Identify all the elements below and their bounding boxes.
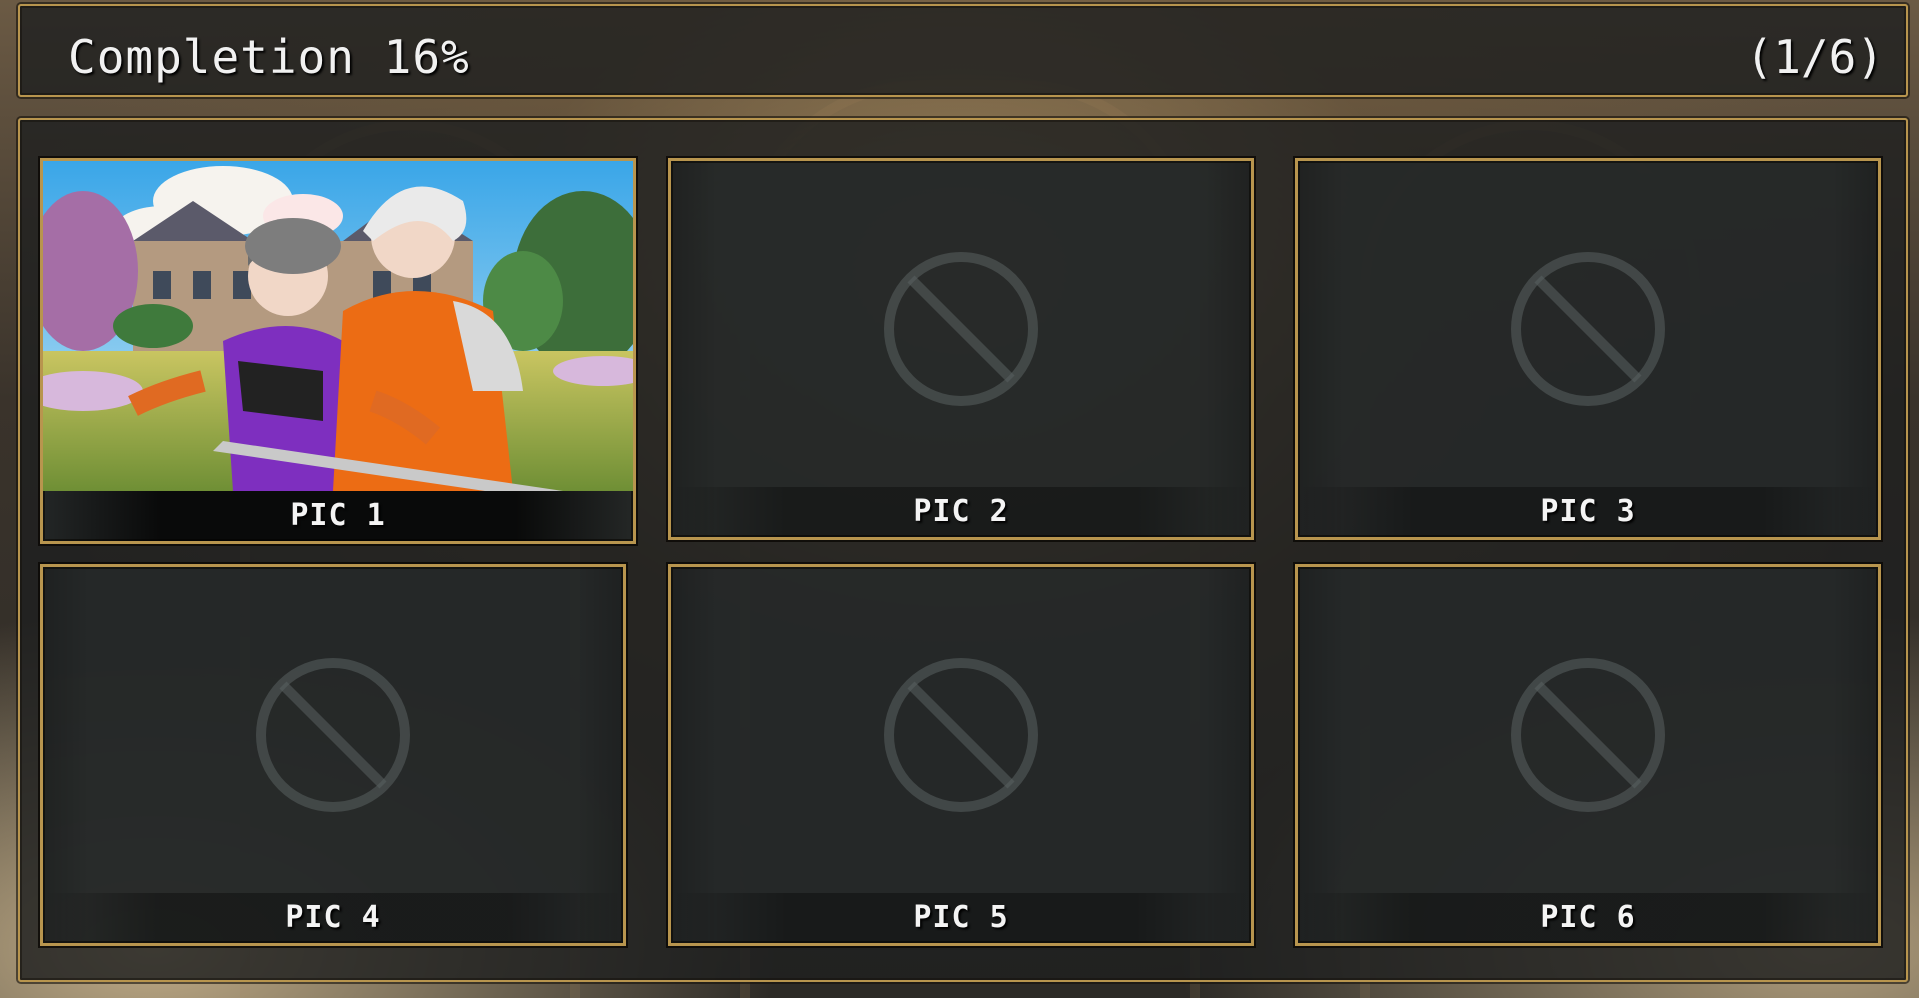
pic-1-thumbnail <box>43 161 633 491</box>
tile-label: PIC 2 <box>671 487 1251 537</box>
gallery-screen: Completion 16% (1/6) PIC 1 PIC 2 PIC 3 P… <box>0 0 1919 998</box>
completion-header: Completion 16% (1/6) <box>18 4 1908 97</box>
gallery-tile-pic-5[interactable]: PIC 5 <box>668 564 1254 946</box>
locked-prohibited-icon <box>884 658 1038 812</box>
unlock-count: (1/6) <box>1745 30 1884 84</box>
gallery-tile-pic-1[interactable]: PIC 1 <box>40 158 636 544</box>
tile-label: PIC 6 <box>1298 893 1878 943</box>
locked-prohibited-icon <box>884 252 1038 406</box>
locked-prohibited-icon <box>256 658 410 812</box>
tile-label: PIC 5 <box>671 893 1251 943</box>
tile-label: PIC 4 <box>43 893 623 943</box>
completion-title: Completion 16% <box>68 30 470 84</box>
locked-prohibited-icon <box>1511 252 1665 406</box>
tile-label: PIC 1 <box>43 491 633 541</box>
tile-label: PIC 3 <box>1298 487 1878 537</box>
gallery-grid: PIC 1 PIC 2 PIC 3 PIC 4 PIC 5 PIC 6 <box>18 118 1908 982</box>
locked-prohibited-icon <box>1511 658 1665 812</box>
gallery-tile-pic-3[interactable]: PIC 3 <box>1295 158 1881 540</box>
gallery-tile-pic-2[interactable]: PIC 2 <box>668 158 1254 540</box>
gallery-tile-pic-4[interactable]: PIC 4 <box>40 564 626 946</box>
gallery-tile-pic-6[interactable]: PIC 6 <box>1295 564 1881 946</box>
